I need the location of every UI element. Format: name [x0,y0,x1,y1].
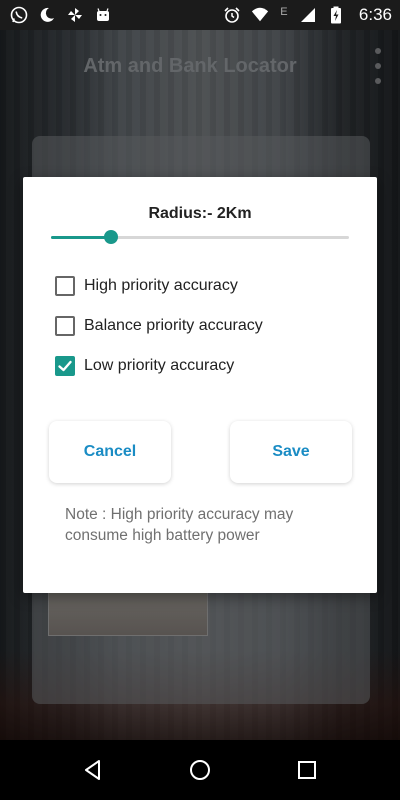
moon-icon [38,6,56,24]
back-icon[interactable] [73,750,113,790]
network-type-label: E [280,6,288,18]
status-bar-right: E 6:36 [223,5,392,25]
wifi-icon [251,6,269,24]
slider-fill [51,236,111,239]
whatsapp-icon [10,6,28,24]
home-icon[interactable] [180,750,220,790]
option-low-priority[interactable]: Low priority accuracy [55,354,234,378]
cancel-button[interactable]: Cancel [49,421,171,483]
option-high-priority[interactable]: High priority accuracy [55,274,238,298]
pinwheel-icon [66,6,84,24]
option-label: High priority accuracy [84,277,238,294]
status-bar: E 6:36 [0,0,400,30]
radius-slider[interactable] [51,230,349,244]
radius-label: Radius:- 2Km [148,205,252,222]
navigation-bar [0,740,400,800]
option-label: Low priority accuracy [84,357,235,374]
save-button[interactable]: Save [230,421,352,483]
option-balance-priority[interactable]: Balance priority accuracy [55,314,263,338]
slider-thumb[interactable] [103,230,118,244]
alarm-icon [223,6,241,24]
checkbox-balance-priority[interactable] [55,316,75,336]
recents-icon[interactable] [287,750,327,790]
android-icon [94,6,112,24]
battery-note: Note : High priority accuracy may consum… [65,506,294,544]
status-time: 6:36 [358,5,392,24]
checkbox-high-priority[interactable] [55,276,75,296]
signal-icon [299,6,317,24]
status-bar-left [10,6,112,24]
checkbox-low-priority[interactable] [55,356,75,376]
battery-charging-icon [327,6,345,24]
accuracy-dialog: Radius:- 2Km High priority accuracy Bala… [23,177,377,593]
option-label: Balance priority accuracy [84,317,263,334]
